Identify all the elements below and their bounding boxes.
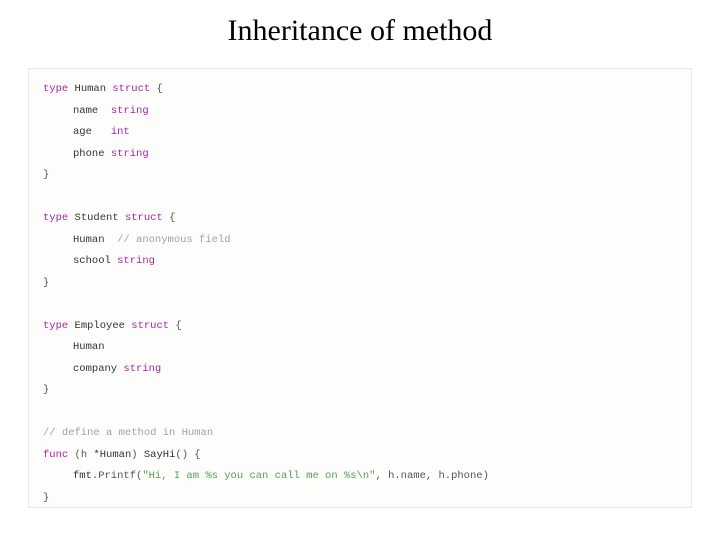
code-line: Human // anonymous field	[43, 230, 677, 252]
kw-struct: struct	[125, 212, 163, 224]
field: name	[73, 105, 98, 117]
pkg: fmt	[73, 470, 92, 482]
field: phone	[73, 148, 105, 160]
slide-title: Inheritance of method	[0, 0, 720, 58]
code-line: // define a method in Human	[43, 423, 677, 445]
brace-open: {	[188, 449, 201, 461]
comment: // define a method in Human	[43, 427, 213, 439]
type: string	[117, 255, 155, 267]
kw-struct: struct	[112, 83, 150, 95]
type: string	[111, 148, 149, 160]
code-line: }	[43, 165, 677, 187]
space	[92, 126, 111, 138]
field: age	[73, 126, 92, 138]
brace-close: }	[43, 169, 49, 181]
type: int	[111, 126, 130, 138]
kw-type: type	[43, 320, 68, 332]
brace-close: }	[43, 277, 49, 289]
kw-type: type	[43, 83, 68, 95]
brace-open: {	[150, 83, 163, 95]
args: ()	[175, 449, 188, 461]
comment: // anonymous field	[105, 234, 231, 246]
string: "Hi, I am %s you can call me on %s\n"	[142, 470, 375, 482]
code-block: type Human struct { name string age int …	[28, 68, 692, 508]
brace-open: {	[163, 212, 176, 224]
field: Human	[73, 234, 105, 246]
method-name: SayHi	[144, 449, 176, 461]
space	[98, 105, 111, 117]
code-line: age int	[43, 122, 677, 144]
code-line: }	[43, 273, 677, 295]
code-line: phone string	[43, 144, 677, 166]
type: string	[111, 105, 149, 117]
struct-name: Student	[75, 212, 119, 224]
code-line: }	[43, 380, 677, 402]
struct-name: Employee	[75, 320, 125, 332]
code-line: company string	[43, 359, 677, 381]
code-line: fmt.Printf("Hi, I am %s you can call me …	[43, 466, 677, 488]
call: .Printf(	[92, 470, 142, 482]
code-line: type Human struct {	[43, 79, 677, 101]
blank-line	[43, 294, 677, 316]
brace-close: }	[43, 384, 49, 396]
paren: (	[68, 449, 81, 461]
kw-func: func	[43, 449, 68, 461]
code-line: Human	[43, 337, 677, 359]
code-line: name string	[43, 101, 677, 123]
brace-close: }	[43, 492, 49, 504]
slide: Inheritance of method type Human struct …	[0, 0, 720, 540]
brace-open: {	[169, 320, 182, 332]
field: Human	[73, 341, 105, 353]
code-line: type Student struct {	[43, 208, 677, 230]
rest: , h.name, h.phone)	[375, 470, 488, 482]
code-line: }	[43, 488, 677, 508]
kw-type: type	[43, 212, 68, 224]
blank-line	[43, 187, 677, 209]
field: school	[73, 255, 111, 267]
code-line: type Employee struct {	[43, 316, 677, 338]
field: company	[73, 363, 117, 375]
code-line: school string	[43, 251, 677, 273]
struct-name: Human	[75, 83, 107, 95]
recv-var: h	[81, 449, 94, 461]
code-line: func (h *Human) SayHi() {	[43, 445, 677, 467]
type: string	[123, 363, 161, 375]
recv-type: *Human	[93, 449, 131, 461]
blank-line	[43, 402, 677, 424]
kw-struct: struct	[131, 320, 169, 332]
